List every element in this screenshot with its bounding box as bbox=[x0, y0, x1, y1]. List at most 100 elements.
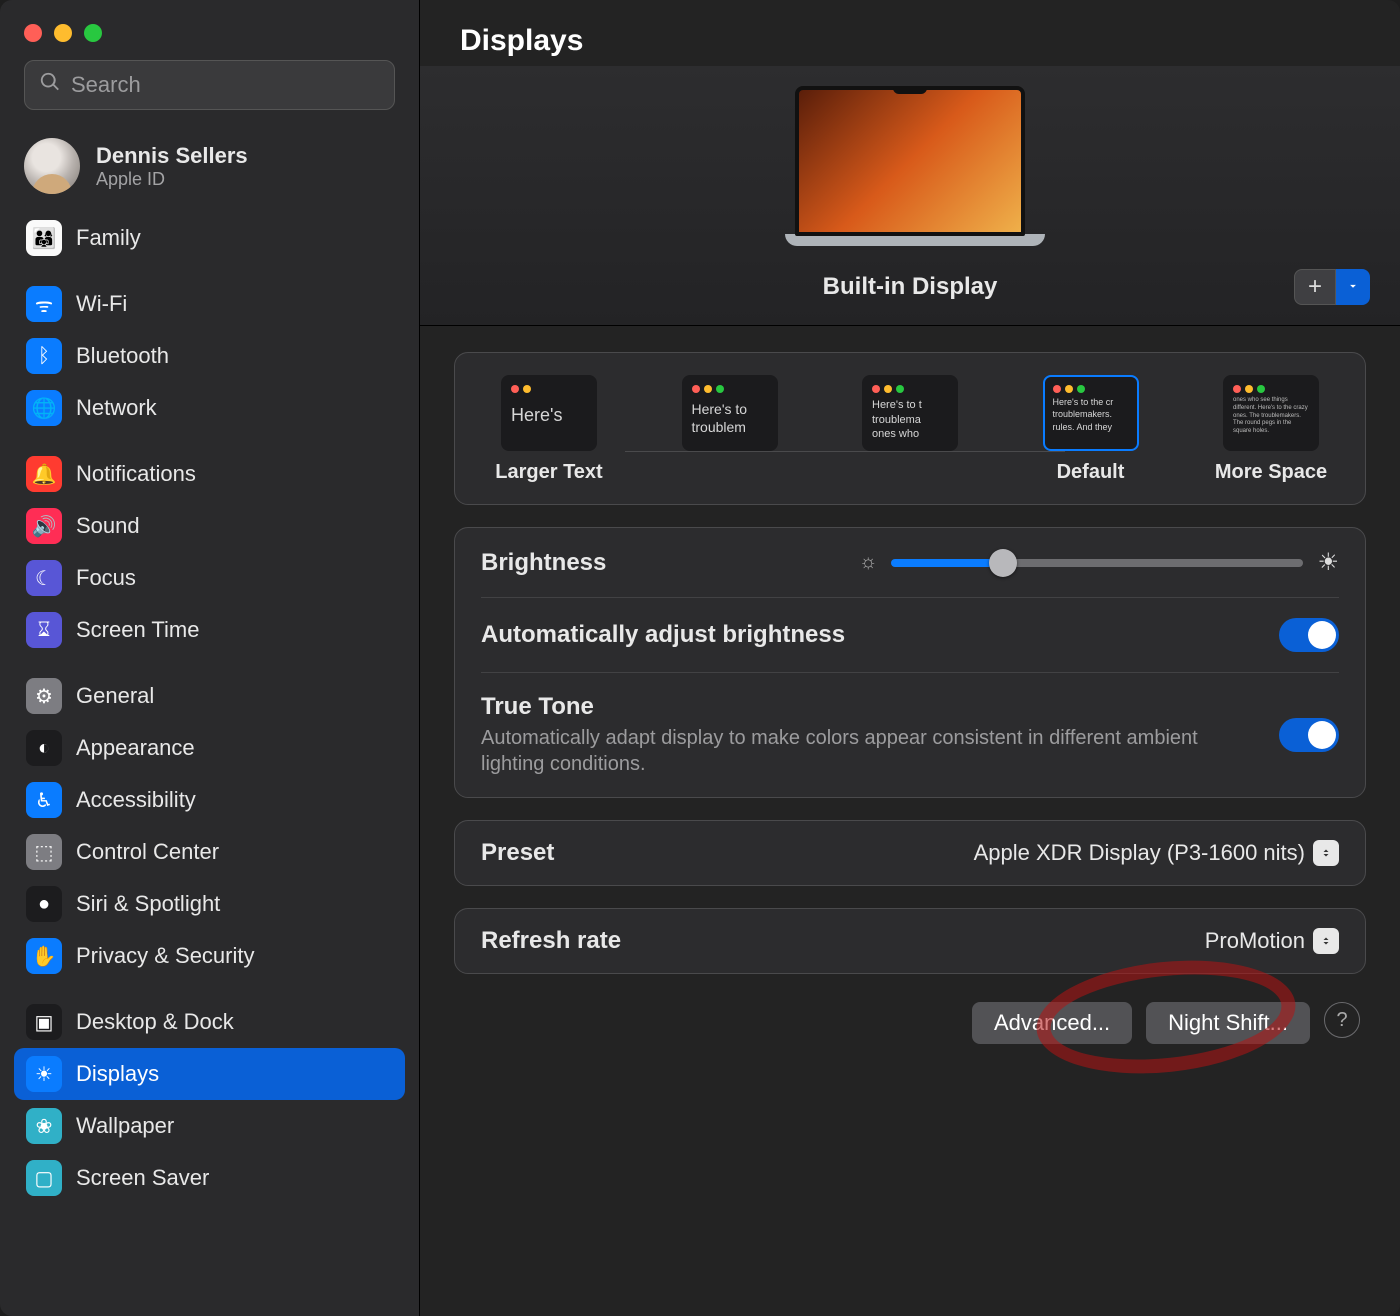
sidebar-item-label: Displays bbox=[76, 1061, 159, 1087]
sidebar-item-general[interactable]: ⚙ General bbox=[14, 670, 405, 722]
preset-panel: Preset Apple XDR Display (P3-1600 nits) bbox=[454, 820, 1366, 886]
scale-option-larger-text[interactable]: Here's Larger Text bbox=[485, 375, 613, 484]
auto-brightness-label: Automatically adjust brightness bbox=[481, 621, 845, 649]
sidebar-item-label: Bluetooth bbox=[76, 343, 169, 369]
sidebar-item-label: Wallpaper bbox=[76, 1113, 174, 1139]
sidebar-item-privacy[interactable]: ✋ Privacy & Security bbox=[14, 930, 405, 982]
sidebar-item-focus[interactable]: ☾Focus bbox=[14, 552, 405, 604]
maximize-window-button[interactable] bbox=[84, 24, 102, 42]
sidebar-item-controlcenter[interactable]: ⬚ Control Center bbox=[14, 826, 405, 878]
true-tone-toggle[interactable] bbox=[1279, 718, 1339, 752]
sidebar-item-label: Control Center bbox=[76, 839, 219, 865]
sidebar-item-desktop[interactable]: ▣Desktop & Dock bbox=[14, 996, 405, 1048]
network-icon: 🌐 bbox=[26, 390, 62, 426]
scale-option-default[interactable]: Here's to the crtroublemakers.rules. And… bbox=[1027, 375, 1155, 484]
updown-icon bbox=[1313, 928, 1339, 954]
sidebar-item-label: Network bbox=[76, 395, 157, 421]
night-shift-button[interactable]: Night Shift... bbox=[1146, 1002, 1310, 1044]
device-preview-area: Built-in Display + bbox=[420, 66, 1400, 326]
sidebar-item-screensaver[interactable]: ▢ Screen Saver bbox=[14, 1152, 405, 1204]
sidebar-item-label: General bbox=[76, 683, 154, 709]
brightness-high-icon bbox=[1317, 548, 1339, 577]
bell-icon: 🔔 bbox=[26, 456, 62, 492]
hand-icon: ✋ bbox=[26, 938, 62, 974]
updown-icon bbox=[1313, 840, 1339, 866]
search-field-container[interactable] bbox=[24, 60, 395, 110]
help-button[interactable]: ? bbox=[1324, 1002, 1360, 1038]
sidebar-item-label: Family bbox=[76, 225, 141, 251]
sidebar-item-network[interactable]: 🌐 Network bbox=[14, 382, 405, 434]
sidebar-item-accessibility[interactable]: ♿︎ Accessibility bbox=[14, 774, 405, 826]
scale-label-more: More Space bbox=[1215, 461, 1327, 484]
scale-option-3[interactable]: Here's to ttroublemaones who bbox=[846, 375, 974, 484]
window-controls bbox=[0, 14, 419, 60]
sidebar-item-label: Accessibility bbox=[76, 787, 196, 813]
resolution-scale-panel: Here's Larger Text Here's totroublem Her… bbox=[454, 352, 1366, 505]
sidebar-item-notifications[interactable]: 🔔 Notifications bbox=[14, 448, 405, 500]
settings-window: Dennis Sellers Apple ID 👨‍👩‍👧Family ᯤWi-F… bbox=[0, 0, 1400, 1316]
brightness-panel: Brightness Automatically adjust brightne… bbox=[454, 527, 1366, 798]
sidebar-separator bbox=[14, 264, 405, 278]
sidebar-separator bbox=[14, 982, 405, 996]
hourglass-icon: ⌛︎ bbox=[26, 612, 62, 648]
brightness-slider-container bbox=[859, 548, 1339, 577]
preset-value: Apple XDR Display (P3-1600 nits) bbox=[974, 840, 1305, 866]
preset-select[interactable]: Apple XDR Display (P3-1600 nits) bbox=[974, 840, 1339, 866]
scale-option-more-space[interactable]: ones who see things different. Here's to… bbox=[1207, 375, 1335, 484]
sidebar-item-displays[interactable]: ☀ Displays bbox=[14, 1048, 405, 1100]
brightness-icon: ☀ bbox=[26, 1056, 62, 1092]
toggles-icon: ⬚ bbox=[26, 834, 62, 870]
display-options-dropdown[interactable] bbox=[1336, 269, 1370, 305]
add-display-button[interactable]: + bbox=[1294, 269, 1336, 305]
brightness-slider-thumb[interactable] bbox=[989, 549, 1017, 577]
moon-icon: ☾ bbox=[26, 560, 62, 596]
brightness-slider[interactable] bbox=[891, 559, 1303, 567]
macbook-illustration bbox=[785, 86, 1035, 261]
sidebar-item-wifi[interactable]: ᯤWi-Fi bbox=[14, 278, 405, 330]
sidebar-item-label: Screen Saver bbox=[76, 1165, 209, 1191]
gear-icon: ⚙ bbox=[26, 678, 62, 714]
page-title: Displays bbox=[460, 24, 1360, 58]
refresh-rate-select[interactable]: ProMotion bbox=[1205, 928, 1339, 954]
scale-divider bbox=[625, 451, 1065, 452]
access-icon: ♿︎ bbox=[26, 782, 62, 818]
bluetooth-icon: ᛒ bbox=[26, 338, 62, 374]
sidebar-item-wallpaper[interactable]: ❀ Wallpaper bbox=[14, 1100, 405, 1152]
brightness-low-icon bbox=[859, 551, 877, 574]
auto-brightness-toggle[interactable] bbox=[1279, 618, 1339, 652]
frame-icon: ▢ bbox=[26, 1160, 62, 1196]
user-subtitle: Apple ID bbox=[96, 169, 248, 190]
sidebar-item-siri[interactable]: ● Siri & Spotlight bbox=[14, 878, 405, 930]
sidebar-item-screentime[interactable]: ⌛︎ Screen Time bbox=[14, 604, 405, 656]
sidebar-item-appearance[interactable]: ◐Appearance bbox=[14, 722, 405, 774]
sidebar-item-family[interactable]: 👨‍👩‍👧Family bbox=[14, 212, 405, 264]
scale-label-default: Default bbox=[1057, 461, 1125, 484]
refresh-rate-panel: Refresh rate ProMotion bbox=[454, 908, 1366, 974]
sidebar-item-label: Sound bbox=[76, 513, 140, 539]
sidebar-separator bbox=[14, 656, 405, 670]
scale-option-2[interactable]: Here's totroublem bbox=[666, 375, 794, 484]
apple-id-row[interactable]: Dennis Sellers Apple ID bbox=[0, 128, 419, 212]
refresh-rate-value: ProMotion bbox=[1205, 928, 1305, 954]
sidebar-item-label: Desktop & Dock bbox=[76, 1009, 234, 1035]
close-window-button[interactable] bbox=[24, 24, 42, 42]
refresh-rate-label: Refresh rate bbox=[481, 927, 621, 955]
flower-icon: ❀ bbox=[26, 1108, 62, 1144]
wifi-icon: ᯤ bbox=[26, 286, 62, 322]
search-icon bbox=[39, 71, 61, 99]
sidebar-item-label: Screen Time bbox=[76, 617, 200, 643]
contrast-icon: ◐ bbox=[26, 730, 62, 766]
scale-label-larger: Larger Text bbox=[495, 461, 602, 484]
true-tone-description: Automatically adapt display to make colo… bbox=[481, 725, 1201, 777]
siri-icon: ● bbox=[26, 886, 62, 922]
sidebar-item-sound[interactable]: 🔊Sound bbox=[14, 500, 405, 552]
chevron-down-icon bbox=[1346, 279, 1360, 296]
advanced-button[interactable]: Advanced... bbox=[972, 1002, 1132, 1044]
sidebar-item-bluetooth[interactable]: ᛒ Bluetooth bbox=[14, 330, 405, 382]
avatar bbox=[24, 138, 80, 194]
minimize-window-button[interactable] bbox=[54, 24, 72, 42]
sidebar-item-label: Siri & Spotlight bbox=[76, 891, 220, 917]
sidebar-item-label: Privacy & Security bbox=[76, 943, 255, 969]
search-input[interactable] bbox=[71, 72, 380, 98]
sidebar-item-label: Notifications bbox=[76, 461, 196, 487]
